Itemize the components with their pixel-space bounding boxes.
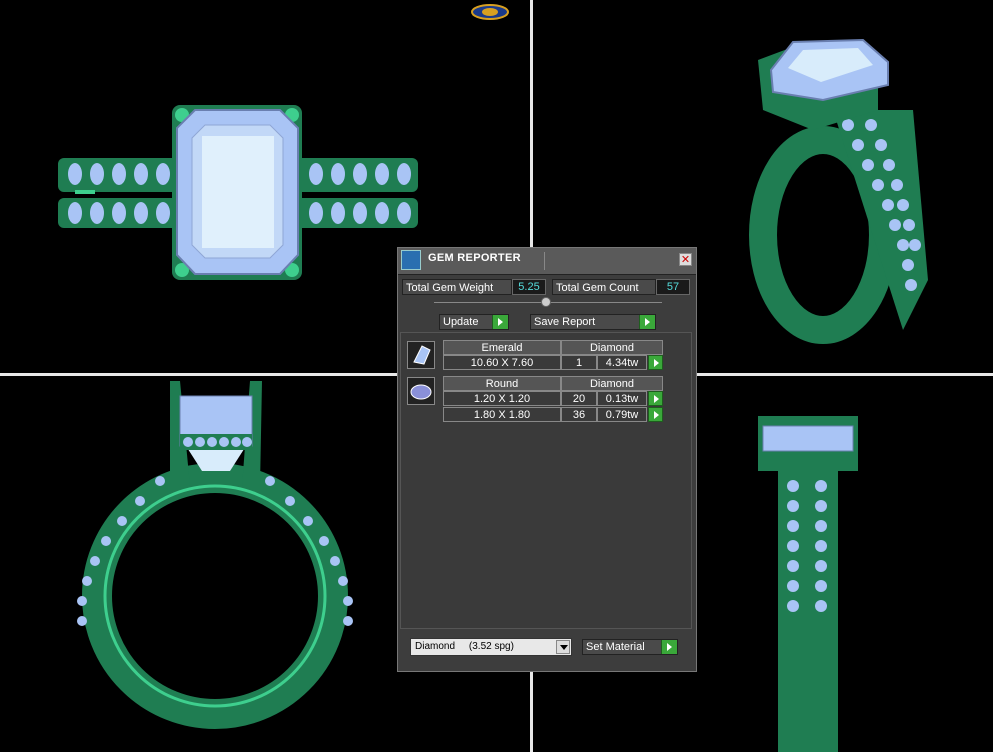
total-gem-weight-value: 5.25: [512, 279, 546, 295]
gem-count-cell: 20: [561, 391, 597, 406]
gem-list[interactable]: Emerald Diamond 10.60 X 7.60 1 4.34tw Ro…: [400, 332, 692, 629]
title-separator: [544, 252, 545, 270]
play-arrow-icon: [492, 315, 508, 329]
set-material-button[interactable]: Set Material: [582, 639, 678, 655]
gem-weight-cell: 0.13tw: [597, 391, 647, 406]
panel-slider-knob[interactable]: [541, 297, 551, 307]
row-select-arrow-icon[interactable]: [648, 407, 663, 422]
group-material-header: Diamond: [561, 376, 663, 391]
group-shape-header: Round: [443, 376, 561, 391]
gem-count-cell: 1: [561, 355, 597, 370]
material-select[interactable]: Diamond (3.52 spg): [410, 638, 572, 656]
total-gem-count-value: 57: [656, 279, 690, 295]
gem-count-cell: 36: [561, 407, 597, 422]
update-button-label: Update: [443, 316, 479, 328]
set-material-button-label: Set Material: [586, 641, 645, 653]
gem-size-cell: 10.60 X 7.60: [443, 355, 561, 370]
gem-size-cell: 1.80 X 1.80: [443, 407, 561, 422]
chevron-down-icon[interactable]: [556, 640, 570, 654]
gem-size-cell: 1.20 X 1.20: [443, 391, 561, 406]
save-report-button[interactable]: Save Report: [530, 314, 656, 330]
panel-titlebar[interactable]: GEM REPORTER ✕: [398, 248, 696, 275]
gem-weight-cell: 0.79tw: [597, 407, 647, 422]
update-button[interactable]: Update: [439, 314, 509, 330]
material-select-value: Diamond (3.52 spg): [415, 641, 514, 652]
round-gem-icon: [407, 377, 435, 405]
play-arrow-icon: [661, 640, 677, 654]
emerald-cut-gem-icon: [407, 341, 435, 369]
gem-weight-cell: 4.34tw: [597, 355, 647, 370]
panel-title: GEM REPORTER: [428, 252, 521, 264]
logo-icon: [471, 4, 509, 20]
save-report-button-label: Save Report: [534, 316, 596, 328]
close-icon[interactable]: ✕: [679, 253, 692, 266]
row-select-arrow-icon[interactable]: [648, 391, 663, 406]
gem-reporter-panel: GEM REPORTER ✕ Total Gem Weight 5.25 Tot…: [397, 247, 697, 672]
play-arrow-icon: [639, 315, 655, 329]
total-gem-count-label: Total Gem Count: [552, 279, 656, 295]
group-material-header: Diamond: [561, 340, 663, 355]
gem-reporter-icon: [401, 250, 421, 270]
group-shape-header: Emerald: [443, 340, 561, 355]
total-gem-weight-label: Total Gem Weight: [402, 279, 512, 295]
row-select-arrow-icon[interactable]: [648, 355, 663, 370]
